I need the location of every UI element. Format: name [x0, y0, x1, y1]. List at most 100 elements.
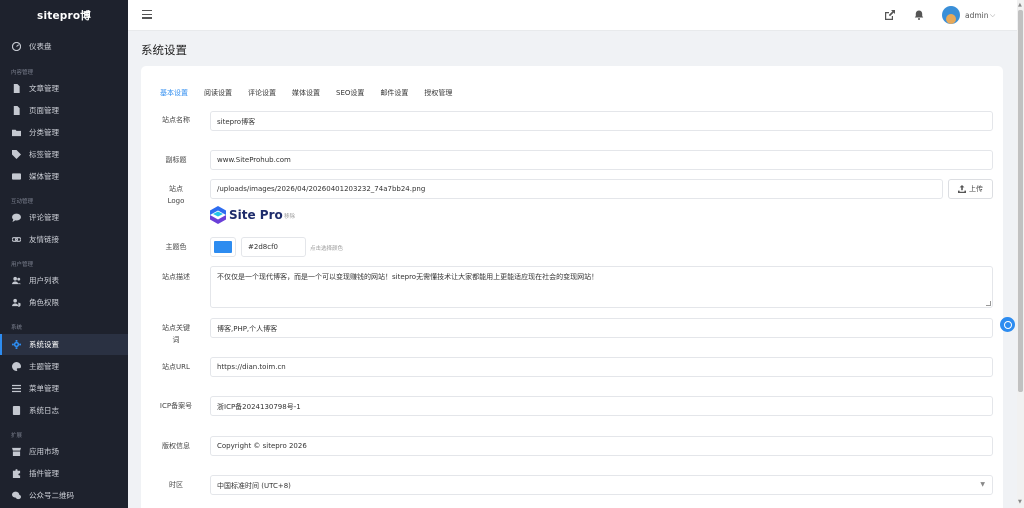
brand-logo[interactable]: sitepro博 — [0, 0, 128, 31]
sidebar-item-label: 菜单管理 — [29, 384, 59, 393]
gear-icon — [12, 340, 21, 349]
timezone-value: 中国标准时间 (UTC+8) — [217, 482, 291, 490]
subtitle-label: 副标题 — [165, 156, 187, 164]
bell-icon[interactable] — [914, 10, 924, 20]
keywords-input[interactable]: 博客,PHP,个人博客 — [210, 318, 993, 338]
user-shield-icon — [12, 298, 21, 307]
comment-icon — [12, 213, 21, 222]
page-scrollbar[interactable]: ▲ ▼ — [1017, 0, 1024, 508]
sidebar-item-app-market[interactable]: 应用市场 — [0, 441, 128, 462]
sidebar-item-roles[interactable]: 角色权限 — [0, 292, 128, 313]
timezone-select[interactable]: 中国标准时间 (UTC+8) ▼ — [210, 475, 993, 495]
puzzle-icon — [12, 469, 21, 478]
subtitle-input[interactable]: www.SiteProhub.com — [210, 150, 993, 170]
chevron-down-icon[interactable]: ⌵ — [990, 11, 995, 20]
sidebar: sitepro博 仪表盘 内容管理 文章管理 页面管理 分类管理 标签管理 媒体… — [0, 0, 128, 508]
logo-preview-text: Site Pro — [229, 208, 283, 222]
upload-button[interactable]: 上传 — [948, 179, 993, 199]
scroll-down-icon[interactable]: ▼ — [1018, 499, 1022, 505]
sidebar-item-tags[interactable]: 标签管理 — [0, 144, 128, 165]
resize-handle[interactable] — [986, 301, 991, 306]
sidebar-item-label: 公众号二维码 — [29, 491, 74, 500]
sidebar-item-links[interactable]: 友情链接 — [0, 229, 128, 250]
sidebar-item-articles[interactable]: 文章管理 — [0, 78, 128, 99]
site-pro-logo-icon — [210, 206, 226, 224]
scroll-up-icon[interactable]: ▲ — [1018, 2, 1022, 8]
tab-basic[interactable]: 基本设置 — [160, 88, 188, 102]
keywords-label: 站点关键词 — [162, 324, 190, 344]
sidebar-item-label: 媒体管理 — [29, 172, 59, 181]
chevron-down-icon: ▼ — [980, 481, 985, 488]
store-icon — [12, 447, 21, 456]
nav-group-users: 用户管理 — [11, 262, 34, 268]
link-icon — [12, 235, 21, 244]
upload-button-label: 上传 — [969, 185, 983, 193]
description-label: 站点描述 — [162, 273, 190, 281]
sidebar-item-logs[interactable]: 系统日志 — [0, 400, 128, 421]
nav-group-content: 内容管理 — [11, 70, 34, 76]
sidebar-item-user-list[interactable]: 用户列表 — [0, 270, 128, 291]
sidebar-item-label: 系统设置 — [29, 340, 59, 349]
sidebar-item-themes[interactable]: 主题管理 — [0, 356, 128, 377]
menu-toggle-icon[interactable] — [142, 10, 152, 20]
users-icon — [12, 276, 21, 285]
sidebar-item-label: 文章管理 — [29, 84, 59, 93]
site-name-label: 站点名称 — [162, 116, 190, 124]
sidebar-item-label: 插件管理 — [29, 469, 59, 478]
sidebar-item-label: 应用市场 — [29, 447, 59, 456]
description-text: 不仅仅是一个现代博客，而是一个可以变现赚钱的网站！sitepro无需懂技术让大家… — [217, 273, 599, 281]
tab-media[interactable]: 媒体设置 — [292, 88, 320, 102]
sidebar-item-comments[interactable]: 评论管理 — [0, 207, 128, 228]
file-icon — [12, 106, 21, 115]
page-title: 系统设置 — [141, 43, 187, 57]
sidebar-item-plugins[interactable]: 插件管理 — [0, 463, 128, 484]
color-swatch[interactable] — [210, 237, 236, 257]
wechat-icon — [12, 491, 21, 500]
tab-license[interactable]: 授权管理 — [424, 88, 452, 102]
admin-name[interactable]: admin — [965, 11, 989, 20]
url-input[interactable]: https://dian.toim.cn — [210, 357, 993, 377]
tab-comments[interactable]: 评论设置 — [248, 88, 276, 102]
logo-path-input[interactable]: /uploads/images/2026/04/20260401203232_7… — [210, 179, 943, 199]
menu-icon — [12, 384, 21, 393]
sidebar-item-label: 页面管理 — [29, 106, 59, 115]
timezone-label: 时区 — [169, 481, 183, 489]
scrollbar-thumb[interactable] — [1018, 10, 1023, 392]
log-icon — [12, 406, 21, 415]
sidebar-item-label: 角色权限 — [29, 298, 59, 307]
description-textarea[interactable]: 不仅仅是一个现代博客，而是一个可以变现赚钱的网站！sitepro无需懂技术让大家… — [210, 266, 993, 308]
sidebar-item-media[interactable]: 媒体管理 — [0, 166, 128, 187]
copyright-input[interactable]: Copyright © sitepro 2026 — [210, 436, 993, 456]
sidebar-item-label: 仪表盘 — [29, 42, 52, 51]
color-hint: 点击选择颜色 — [310, 246, 344, 252]
sidebar-item-label: 评论管理 — [29, 213, 59, 222]
image-icon — [12, 172, 21, 181]
topbar: admin ⌵ — [128, 0, 1017, 31]
tags-icon — [12, 150, 21, 159]
external-link-icon[interactable] — [885, 10, 895, 20]
nav-group-interaction: 互动管理 — [11, 199, 34, 205]
avatar[interactable] — [942, 6, 960, 24]
sidebar-item-label: 系统日志 — [29, 406, 59, 415]
remove-logo-link[interactable]: 移除 — [284, 212, 295, 220]
sidebar-item-dashboard[interactable]: 仪表盘 — [0, 36, 128, 57]
settings-card: 基本设置 阅读设置 评论设置 媒体设置 SEO设置 邮件设置 授权管理 站点名称… — [141, 66, 1003, 508]
sidebar-item-settings[interactable]: 系统设置 — [0, 334, 128, 355]
sidebar-item-categories[interactable]: 分类管理 — [0, 122, 128, 143]
floating-help-button[interactable] — [1000, 317, 1015, 332]
sidebar-item-label: 友情链接 — [29, 235, 59, 244]
color-hex-input[interactable]: #2d8cf0 — [241, 237, 306, 257]
upload-icon — [958, 185, 966, 193]
tab-seo[interactable]: SEO设置 — [336, 88, 364, 102]
sidebar-item-pages[interactable]: 页面管理 — [0, 100, 128, 121]
logo-label: 站点Logo — [167, 185, 185, 205]
icp-input[interactable]: 浙ICP备2024130798号-1 — [210, 396, 993, 416]
logo-preview: Site Pro — [210, 206, 283, 224]
sidebar-item-wechat-qr[interactable]: 公众号二维码 — [0, 485, 128, 506]
site-name-input[interactable]: sitepro博客 — [210, 111, 993, 131]
tab-reading[interactable]: 阅读设置 — [204, 88, 232, 102]
tab-mail[interactable]: 邮件设置 — [380, 88, 408, 102]
sidebar-item-label: 主题管理 — [29, 362, 59, 371]
theme-color-label: 主题色 — [165, 243, 187, 251]
sidebar-item-menus[interactable]: 菜单管理 — [0, 378, 128, 399]
